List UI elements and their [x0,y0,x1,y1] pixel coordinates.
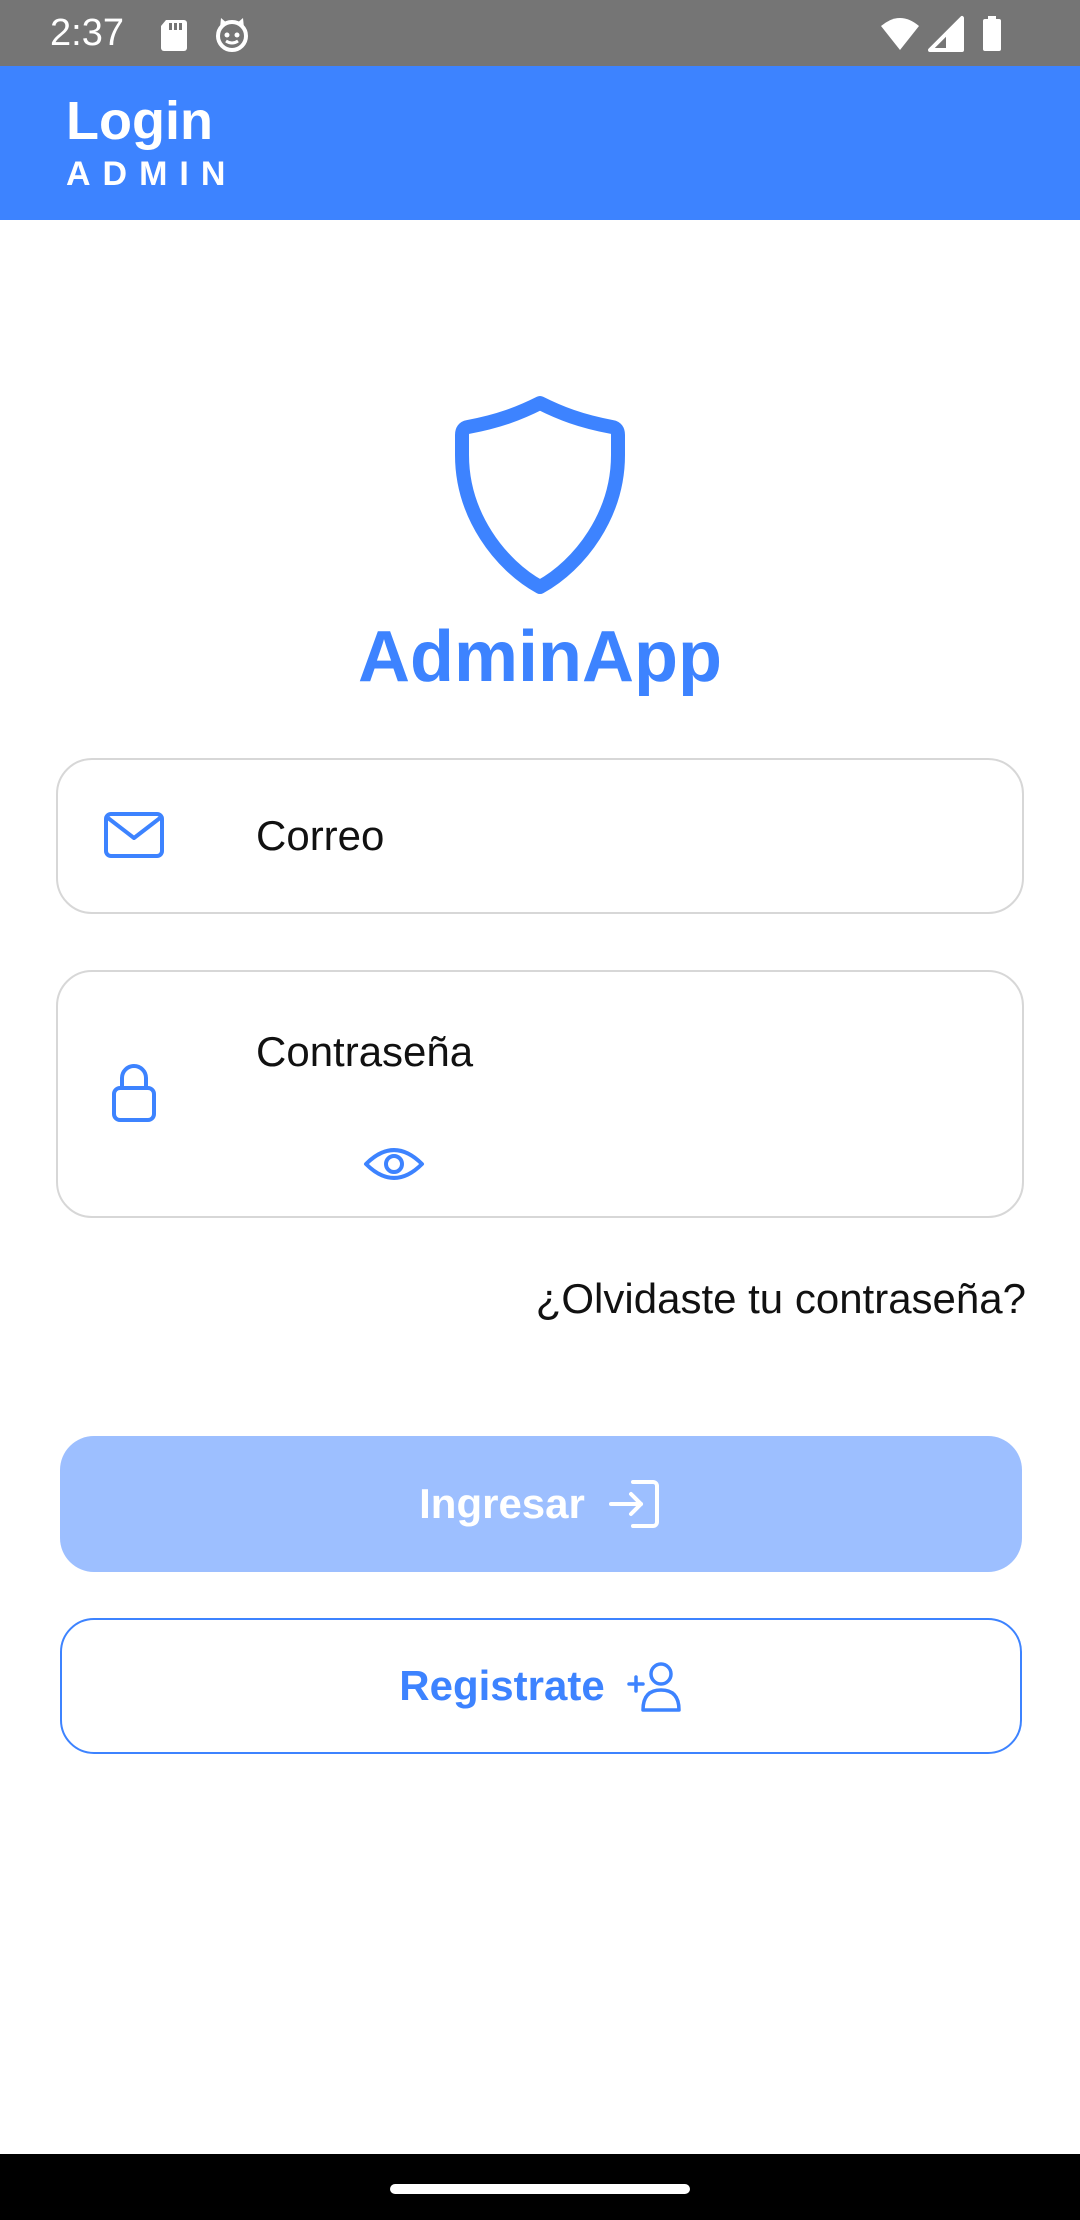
sign-in-icon [608,1480,659,1528]
login-screen: 2:37 Login ADMIN AdminApp Correo Contras… [0,0,1080,2220]
password-field[interactable]: Contraseña [56,970,1024,1218]
email-field-label: Correo [256,812,385,859]
home-handle[interactable] [390,2184,690,2194]
cat-face-icon [216,18,248,52]
app-subtitle: ADMIN [66,155,238,193]
app-title: Login [66,91,213,151]
login-button[interactable]: Ingresar [60,1436,1022,1572]
register-button-label: Registrate [399,1662,605,1709]
login-button-label: Ingresar [419,1480,585,1527]
status-time: 2:37 [50,12,124,54]
brand-name: AdminApp [358,617,722,697]
signal-icon [928,16,964,52]
navigation-bar [0,2154,1080,2220]
lock-icon [112,1064,156,1122]
password-field-label: Contraseña [256,1028,474,1075]
sd-card-icon [161,20,187,51]
wifi-icon [881,18,919,50]
battery-icon [983,16,1001,51]
eye-icon[interactable] [362,1142,426,1186]
forgot-password-link[interactable]: ¿Olvidaste tu contraseña? [536,1272,1026,1326]
shield-icon [455,396,625,594]
mail-icon [104,812,164,858]
register-button[interactable]: Registrate [60,1618,1022,1754]
email-field[interactable]: Correo [56,758,1024,914]
app-bar: Login ADMIN [0,66,1080,220]
add-user-icon [626,1662,681,1712]
status-bar: 2:37 [0,0,1080,66]
